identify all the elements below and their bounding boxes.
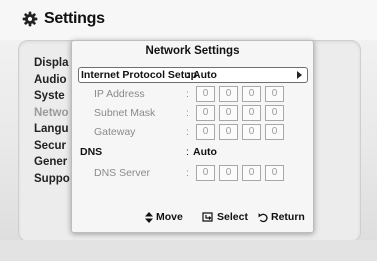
- colon: :: [186, 69, 190, 81]
- menu-item-system[interactable]: Syste: [34, 88, 70, 105]
- subnet-mask-label: Subnet Mask: [94, 107, 156, 119]
- dns-label: DNS: [80, 146, 103, 158]
- menu-item-language[interactable]: Langu: [34, 121, 70, 138]
- ip-address-label: IP Address: [94, 88, 145, 100]
- dialog-title: Network Settings: [145, 45, 240, 57]
- menu-item-audio[interactable]: Audio: [34, 72, 70, 89]
- menu-item-security[interactable]: Secur: [34, 138, 70, 155]
- subnet-mask-field: 0 0 0 0: [196, 105, 284, 121]
- dns-octet: 0: [219, 165, 238, 181]
- network-settings-dialog: Network Settings Internet Protocol Setup…: [71, 40, 314, 233]
- settings-menu: Displa Audio Syste Netwo Langu Secur Gen…: [34, 55, 70, 187]
- dns-octet: 0: [196, 165, 215, 181]
- select-label: Select: [217, 211, 248, 223]
- ip-octet: 0: [219, 86, 238, 102]
- gateway-row: Gateway : 0 0 0 0: [72, 124, 313, 140]
- select-hint: Select: [202, 209, 248, 225]
- gateway-octet: 0: [196, 124, 215, 140]
- dns-octet: 0: [265, 165, 284, 181]
- gateway-octet: 0: [265, 124, 284, 140]
- gateway-label: Gateway: [94, 126, 136, 138]
- ip-setup-row[interactable]: Internet Protocol Setup : Auto: [78, 67, 308, 83]
- ip-setup-label: Internet Protocol Setup: [81, 69, 198, 81]
- dns-octet: 0: [242, 165, 261, 181]
- tv-screen: Settings Displa Audio Syste Netwo Langu …: [0, 0, 377, 261]
- gateway-field: 0 0 0 0: [196, 124, 284, 140]
- subnet-octet: 0: [219, 105, 238, 121]
- up-down-arrows-icon: [145, 211, 153, 223]
- return-hint: Return: [258, 209, 305, 225]
- dns-server-label: DNS Server: [94, 167, 151, 179]
- menu-item-general[interactable]: Gener: [34, 154, 70, 171]
- ip-octet: 0: [242, 86, 261, 102]
- ip-address-row: IP Address : 0 0 0 0: [72, 86, 313, 102]
- colon: :: [186, 88, 189, 100]
- subnet-octet: 0: [265, 105, 284, 121]
- colon: :: [186, 167, 189, 179]
- colon: :: [186, 126, 189, 138]
- app-title-text: Settings: [44, 10, 105, 27]
- move-hint: Move: [145, 209, 183, 225]
- return-icon: [258, 212, 268, 223]
- ip-octet: 0: [265, 86, 284, 102]
- button-guide: Move Select Return: [72, 209, 313, 225]
- return-label: Return: [271, 211, 305, 223]
- app-title: Settings: [22, 10, 105, 28]
- enter-icon: [202, 212, 214, 222]
- title-bar: Settings: [0, 0, 377, 40]
- dns-row[interactable]: DNS : Auto: [72, 144, 313, 160]
- ip-octet: 0: [196, 86, 215, 102]
- chevron-right-icon[interactable]: [297, 71, 302, 79]
- dns-server-field: 0 0 0 0: [196, 165, 284, 181]
- colon: :: [186, 146, 189, 158]
- menu-item-network[interactable]: Netwo: [34, 105, 70, 122]
- ip-address-field: 0 0 0 0: [196, 86, 284, 102]
- colon: :: [186, 107, 189, 119]
- gateway-octet: 0: [219, 124, 238, 140]
- menu-item-support[interactable]: Suppo: [34, 171, 70, 188]
- move-label: Move: [156, 211, 183, 223]
- subnet-octet: 0: [242, 105, 261, 121]
- dns-server-row: DNS Server : 0 0 0 0: [72, 165, 313, 181]
- gateway-octet: 0: [242, 124, 261, 140]
- bottom-band: [0, 240, 377, 261]
- gear-icon: [22, 11, 38, 27]
- menu-item-display[interactable]: Displa: [34, 55, 70, 72]
- dns-value: Auto: [193, 146, 217, 158]
- ip-setup-value: Auto: [193, 69, 217, 81]
- subnet-mask-row: Subnet Mask : 0 0 0 0: [72, 105, 313, 121]
- subnet-octet: 0: [196, 105, 215, 121]
